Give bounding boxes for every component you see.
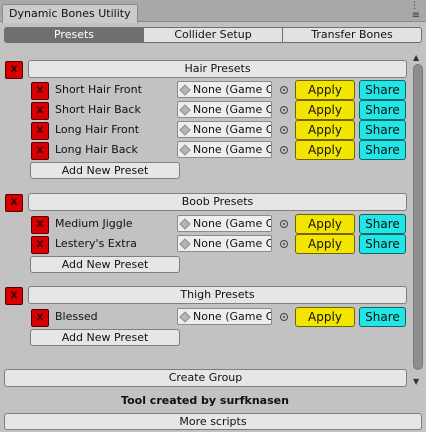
delete-group-button[interactable]: X [5,287,23,305]
preset-name: Short Hair Front [55,83,142,96]
object-field[interactable]: None (Game Object) [177,215,272,232]
preset-row: X Short Hair Back None (Game Object) App… [0,100,410,120]
share-button[interactable]: Share [359,120,406,140]
share-button[interactable]: Share [359,234,406,254]
scroll-down-arrow-icon[interactable]: ▼ [413,378,419,386]
apply-button[interactable]: Apply [295,140,355,160]
apply-button[interactable]: Apply [295,234,355,254]
object-picker-icon[interactable] [280,313,288,321]
preset-name: Blessed [55,310,98,323]
preset-row: X Long Hair Back None (Game Object) Appl… [0,140,410,160]
create-group-button[interactable]: Create Group [4,369,407,387]
share-button[interactable]: Share [359,140,406,160]
object-field[interactable]: None (Game Object) [177,308,272,325]
group-toggle-button[interactable]: Boob Presets [28,193,407,211]
preset-name: Long Hair Front [55,123,140,136]
window-tab[interactable]: Dynamic Bones Utility [2,4,138,23]
delete-preset-button[interactable]: X [31,142,49,160]
object-field-value: None (Game Object) [193,217,271,230]
preset-row: X Blessed None (Game Object) Apply Share [0,307,410,327]
delete-group-button[interactable]: X [5,61,23,79]
gameobject-icon [179,311,191,323]
object-picker-icon[interactable] [280,86,288,94]
delete-preset-button[interactable]: X [31,309,49,327]
gameobject-icon [179,84,191,96]
object-picker-icon[interactable] [280,146,288,154]
group-header-boob: X Boob Presets [0,193,410,213]
apply-button[interactable]: Apply [295,80,355,100]
gameobject-icon [179,104,191,116]
object-field-value: None (Game Object) [193,83,271,96]
scroll-thumb[interactable] [413,64,423,370]
delete-preset-button[interactable]: X [31,122,49,140]
share-button[interactable]: Share [359,307,406,327]
delete-preset-button[interactable]: X [31,236,49,254]
object-field[interactable]: None (Game Object) [177,141,272,158]
object-picker-icon[interactable] [280,240,288,248]
tab-collider-setup[interactable]: Collider Setup [143,27,283,43]
object-field[interactable]: None (Game Object) [177,81,272,98]
preset-name: Short Hair Back [55,103,141,116]
gameobject-icon [179,124,191,136]
share-button[interactable]: Share [359,80,406,100]
more-scripts-button[interactable]: More scripts [4,413,422,430]
scroll-up-arrow-icon[interactable]: ▲ [413,54,419,62]
object-field-value: None (Game Object) [193,237,271,250]
object-field[interactable]: None (Game Object) [177,121,272,138]
window-controls: ⋮ ≡ [404,1,420,21]
delete-group-button[interactable]: X [5,194,23,212]
delete-preset-button[interactable]: X [31,82,49,100]
add-new-preset-button[interactable]: Add New Preset [30,162,180,179]
object-picker-icon[interactable] [280,220,288,228]
preset-row: X Medium Jiggle None (Game Object) Apply… [0,214,410,234]
gameobject-icon [179,238,191,250]
presets-scroll-view: X Hair Presets X Short Hair Front None (… [0,52,426,388]
preset-name: Long Hair Back [55,143,138,156]
apply-button[interactable]: Apply [295,214,355,234]
object-picker-icon[interactable] [280,126,288,134]
add-new-preset-button[interactable]: Add New Preset [30,329,180,346]
hamburger-menu-icon[interactable]: ≡ [412,11,420,21]
apply-button[interactable]: Apply [295,100,355,120]
credit-text: Tool created by surfknasen [121,394,289,407]
gameobject-icon [179,144,191,156]
share-button[interactable]: Share [359,100,406,120]
apply-button[interactable]: Apply [295,120,355,140]
delete-preset-button[interactable]: X [31,216,49,234]
tab-presets[interactable]: Presets [4,27,144,43]
object-field-value: None (Game Object) [193,143,271,156]
share-button[interactable]: Share [359,214,406,234]
tab-transfer-bones[interactable]: Transfer Bones [282,27,422,43]
group-header-hair: X Hair Presets [0,60,410,80]
window-tab-strip: Dynamic Bones Utility ⋮ ≡ [0,0,426,23]
delete-preset-button[interactable]: X [31,102,49,120]
preset-row: X Long Hair Front None (Game Object) App… [0,120,410,140]
dynamic-bones-utility-window: Dynamic Bones Utility ⋮ ≡ Presets Collid… [0,0,426,432]
gameobject-icon [179,218,191,230]
object-picker-icon[interactable] [280,106,288,114]
preset-row: X Lestery's Extra None (Game Object) App… [0,234,410,254]
preset-name: Lestery's Extra [55,237,137,250]
preset-row: X Short Hair Front None (Game Object) Ap… [0,80,410,100]
main-tab-bar: Presets Collider Setup Transfer Bones [4,27,422,43]
apply-button[interactable]: Apply [295,307,355,327]
object-field-value: None (Game Object) [193,103,271,116]
group-toggle-button[interactable]: Hair Presets [28,60,407,78]
object-field[interactable]: None (Game Object) [177,101,272,118]
vertical-scrollbar[interactable]: ▲ ▼ [410,52,426,388]
object-field-value: None (Game Object) [193,310,271,323]
add-new-preset-button[interactable]: Add New Preset [30,256,180,273]
object-field-value: None (Game Object) [193,123,271,136]
preset-name: Medium Jiggle [55,217,133,230]
group-toggle-button[interactable]: Thigh Presets [28,286,407,304]
group-header-thigh: X Thigh Presets [0,286,410,306]
object-field[interactable]: None (Game Object) [177,235,272,252]
